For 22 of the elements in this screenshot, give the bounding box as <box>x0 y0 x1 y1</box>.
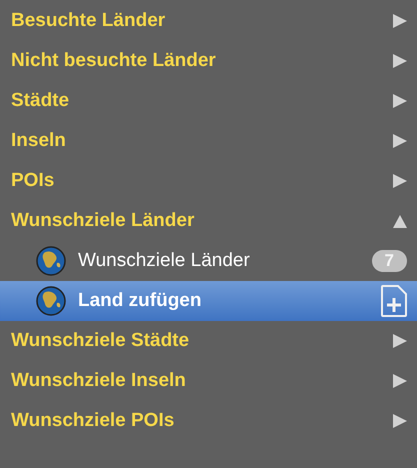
sidebar-item[interactable]: Land zufügen <box>0 281 417 321</box>
globe-icon <box>36 246 66 276</box>
collapse-arrow-icon[interactable] <box>393 214 407 228</box>
expand-arrow-icon[interactable] <box>393 174 407 188</box>
section-header[interactable]: Wunschziele Inseln <box>11 370 186 392</box>
expand-arrow-icon[interactable] <box>393 14 407 28</box>
section-header[interactable]: Wunschziele Städte <box>11 330 190 352</box>
add-document-icon[interactable] <box>381 285 407 317</box>
expand-arrow-icon[interactable] <box>393 334 407 348</box>
globe-icon <box>36 286 66 316</box>
section-header[interactable]: Nicht besuchte Länder <box>11 50 216 72</box>
section-header[interactable]: POIs <box>11 170 54 192</box>
expand-arrow-icon[interactable] <box>393 94 407 108</box>
expand-arrow-icon[interactable] <box>393 134 407 148</box>
section-header[interactable]: Inseln <box>11 130 66 152</box>
section-header[interactable]: Besuchte Länder <box>11 10 166 32</box>
section-header[interactable]: Städte <box>11 90 70 112</box>
expand-arrow-icon[interactable] <box>393 374 407 388</box>
expand-arrow-icon[interactable] <box>393 414 407 428</box>
section-header[interactable]: Wunschziele POIs <box>11 410 174 432</box>
section-header[interactable]: Wunschziele Länder <box>11 210 194 232</box>
expand-arrow-icon[interactable] <box>393 54 407 68</box>
